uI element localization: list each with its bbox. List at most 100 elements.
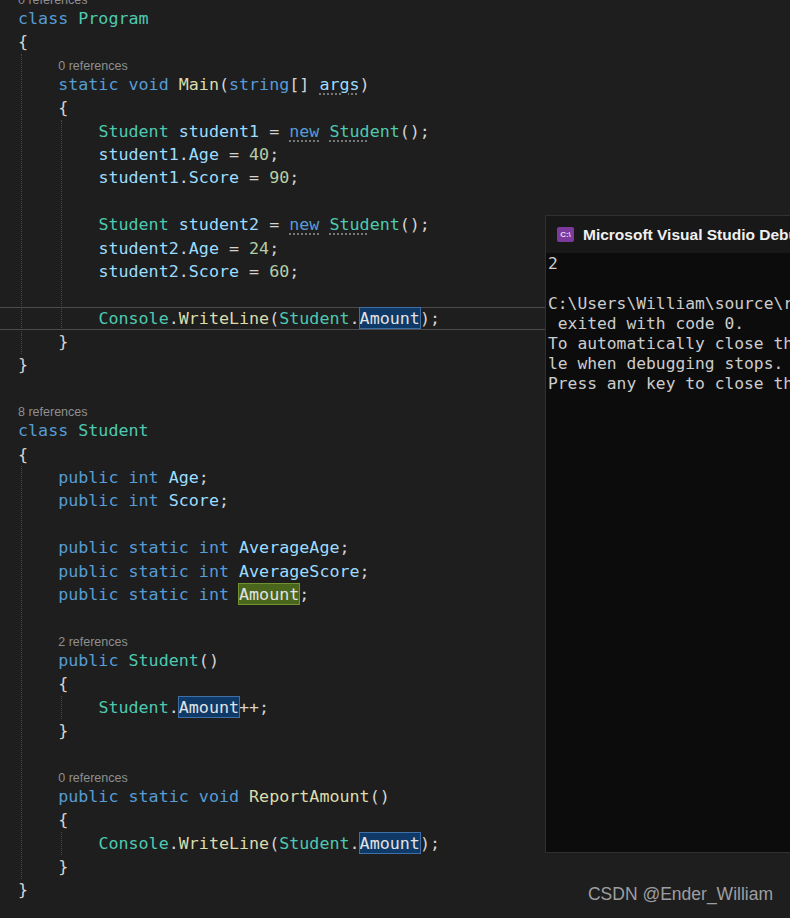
code-token: AverageAge xyxy=(239,537,339,557)
code-line[interactable]: public static int AverageScore; xyxy=(18,560,440,583)
code-token: 60 xyxy=(269,261,289,281)
code-token: Student xyxy=(98,121,168,141)
code-line[interactable]: student1.Score = 90; xyxy=(18,166,440,189)
code-line[interactable]: { xyxy=(18,443,440,466)
code-line[interactable] xyxy=(18,606,440,629)
code-token: public xyxy=(58,537,118,557)
code-token: = xyxy=(239,261,269,281)
code-token xyxy=(18,650,58,670)
code-line[interactable]: class Program xyxy=(18,7,440,30)
code-token xyxy=(18,697,98,717)
code-line[interactable]: } xyxy=(18,330,440,353)
codelens-reference-count[interactable]: 0 references xyxy=(58,766,440,785)
code-token: Console xyxy=(98,833,168,853)
code-line[interactable]: Student.Amount++; xyxy=(18,696,440,719)
code-line[interactable]: { xyxy=(18,30,440,53)
code-token: static xyxy=(129,561,189,581)
code-token xyxy=(18,584,58,604)
code-token xyxy=(118,786,128,806)
code-line[interactable] xyxy=(18,283,440,306)
code-token: { xyxy=(18,31,28,51)
code-token: public xyxy=(58,490,118,510)
code-token: 24 xyxy=(249,238,269,258)
code-token: ; xyxy=(219,490,229,510)
code-line[interactable]: public Student() xyxy=(18,649,440,672)
watermark: CSDN @Ender_William xyxy=(588,884,773,905)
code-line[interactable]: { xyxy=(18,96,440,119)
code-line[interactable]: public int Score; xyxy=(18,489,440,512)
code-line[interactable]: static void Main(string[] args) xyxy=(18,73,440,96)
code-token: new xyxy=(289,121,319,141)
code-token xyxy=(18,74,58,94)
code-token xyxy=(239,786,249,806)
code-token: . xyxy=(169,308,179,328)
code-line[interactable]: student2.Score = 60; xyxy=(18,260,440,283)
code-token: ( xyxy=(269,308,279,328)
code-line[interactable]: public static void ReportAmount() xyxy=(18,785,440,808)
codelens-reference-count[interactable]: 0 references xyxy=(18,0,440,7)
code-line[interactable] xyxy=(18,742,440,765)
code-token: ; xyxy=(269,238,279,258)
code-token xyxy=(118,74,128,94)
code-line[interactable] xyxy=(18,377,440,400)
code-token: Amount xyxy=(179,697,239,717)
code-token: ++; xyxy=(239,697,269,717)
codelens-reference-count[interactable]: 8 references xyxy=(18,400,440,419)
code-token xyxy=(18,786,58,806)
code-line[interactable]: Student student1 = new Student(); xyxy=(18,120,440,143)
code-line[interactable]: { xyxy=(18,808,440,831)
code-token xyxy=(18,121,98,141)
code-token: Score xyxy=(189,261,239,281)
code-token: . xyxy=(179,261,189,281)
code-line[interactable]: class Student xyxy=(18,419,440,442)
code-token: public xyxy=(58,786,118,806)
code-token xyxy=(118,467,128,487)
code-token: int xyxy=(199,537,229,557)
code-line[interactable]: { xyxy=(18,672,440,695)
code-token: class xyxy=(18,420,78,440)
code-token: = xyxy=(259,121,289,141)
code-line[interactable]: Console.WriteLine(Student.Amount); xyxy=(18,832,440,855)
code-line[interactable] xyxy=(18,513,440,536)
codelens-reference-count[interactable]: 0 references xyxy=(58,54,440,73)
code-token: ); xyxy=(420,308,440,328)
code-token: Main xyxy=(179,74,219,94)
code-token: . xyxy=(179,167,189,187)
code-token: Student xyxy=(129,650,199,670)
codelens-reference-count[interactable]: 2 references xyxy=(58,630,440,649)
code-line[interactable]: Console.WriteLine(Student.Amount); xyxy=(18,307,440,330)
code-token: . xyxy=(350,833,360,853)
console-icon[interactable]: C:\ xyxy=(557,227,574,242)
code-line[interactable]: student2.Age = 24; xyxy=(18,237,440,260)
code-line[interactable]: public static int Amount; xyxy=(18,583,440,606)
code-token: ; xyxy=(360,561,370,581)
console-output[interactable]: 2C:\Users\William\source\r exited with c… xyxy=(546,253,790,394)
code-line[interactable]: public int Age; xyxy=(18,466,440,489)
code-line[interactable]: } xyxy=(18,719,440,742)
code-line[interactable]: } xyxy=(18,855,440,878)
code-line[interactable]: } xyxy=(18,353,440,376)
code-token: } xyxy=(18,720,68,740)
code-line[interactable]: public static int AverageAge; xyxy=(18,536,440,559)
code-token: Age xyxy=(189,238,219,258)
code-token: WriteLine xyxy=(179,833,269,853)
code-token xyxy=(118,490,128,510)
code-token: ( xyxy=(219,74,229,94)
code-token: ( xyxy=(269,833,279,853)
code-token xyxy=(229,584,239,604)
debug-console-window[interactable]: C:\ Microsoft Visual Studio Debu 2C:\Use… xyxy=(545,215,790,853)
code-token xyxy=(159,467,169,487)
code-line[interactable]: Student student2 = new Student(); xyxy=(18,213,440,236)
code-line[interactable]: } xyxy=(18,878,440,901)
code-token xyxy=(18,833,98,853)
code-line[interactable] xyxy=(18,190,440,213)
code-token: public xyxy=(58,467,118,487)
code-line[interactable]: student1.Age = 40; xyxy=(18,143,440,166)
code-token: = xyxy=(219,144,249,164)
code-token: Student xyxy=(279,308,349,328)
code-token: Student xyxy=(98,214,168,234)
code-token xyxy=(118,537,128,557)
code-token: ent xyxy=(370,121,400,141)
code-lines[interactable]: 0 referencesclass Program{0 references s… xyxy=(0,0,440,902)
console-titlebar[interactable]: C:\ Microsoft Visual Studio Debu xyxy=(546,216,790,253)
